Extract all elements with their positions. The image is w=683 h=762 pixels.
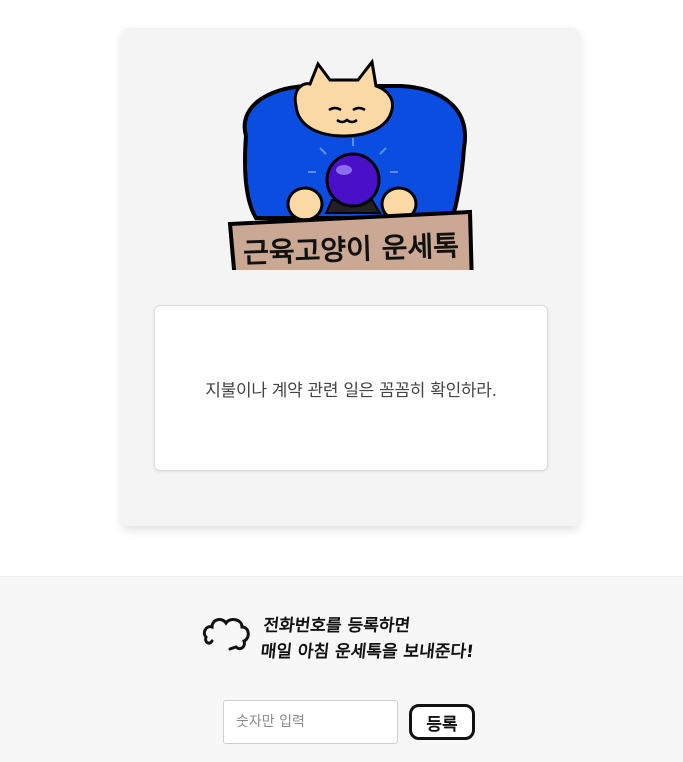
signup-section: 전화번호를 등록하면 매일 아침 운세톡을 보내준다! 등록 bbox=[0, 576, 683, 762]
fortune-message: 지불이나 계약 관련 일은 꼼꼼히 확인하라. bbox=[205, 380, 497, 401]
muscle-cat-logo: 근육고양이 운세톡 bbox=[226, 58, 476, 270]
cloud-icon bbox=[202, 618, 250, 651]
phone-number-input[interactable] bbox=[223, 700, 398, 744]
promo-line-1: 전화번호를 등록하면 bbox=[262, 616, 412, 636]
fortune-message-box: 지불이나 계약 관련 일은 꼼꼼히 확인하라. bbox=[154, 305, 548, 471]
fortune-card: 근육고양이 운세톡 지불이나 계약 관련 일은 꼼꼼히 확인하라. bbox=[122, 28, 579, 526]
promo-text: 전화번호를 등록하면 매일 아침 운세톡을 보내준다! bbox=[259, 613, 478, 665]
register-button[interactable]: 등록 bbox=[409, 704, 475, 740]
signup-promo: 전화번호를 등록하면 매일 아침 운세톡을 보내준다! bbox=[200, 611, 510, 681]
promo-line-2: 매일 아침 운세톡을 보내준다! bbox=[259, 642, 475, 662]
